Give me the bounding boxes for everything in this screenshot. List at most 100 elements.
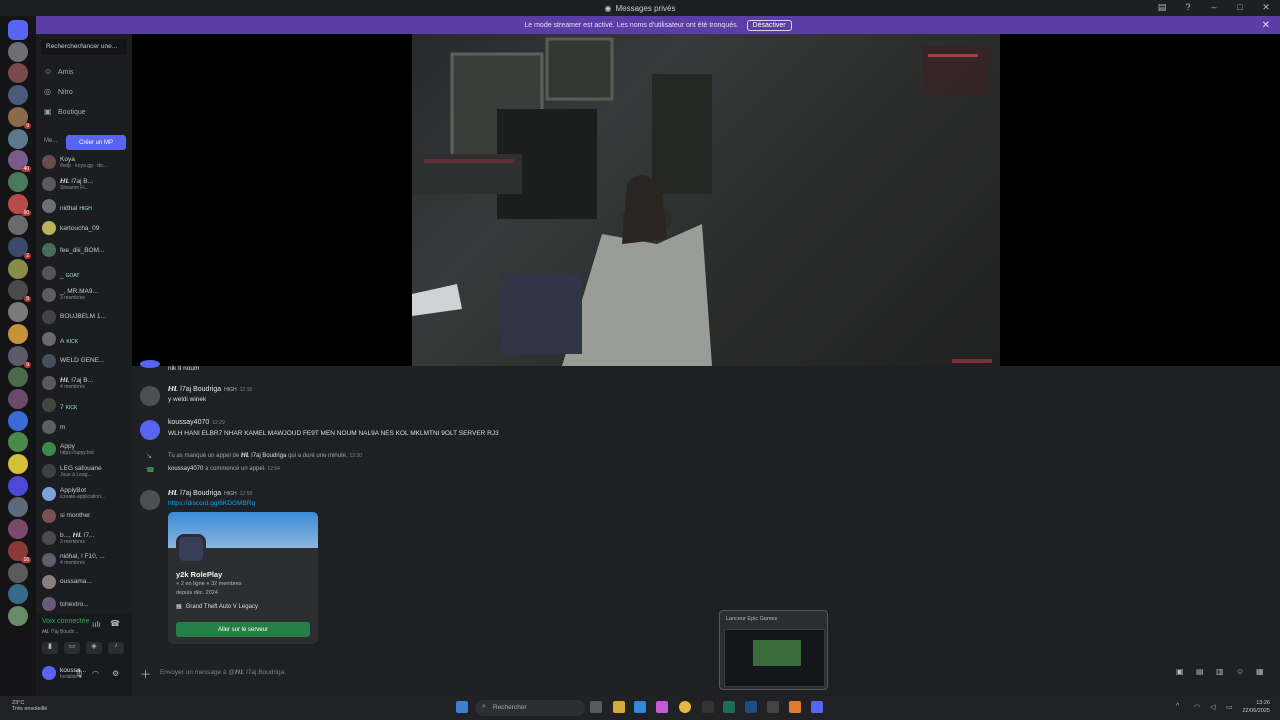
sticker-icon[interactable]: ▥ xyxy=(1216,667,1224,676)
start-button[interactable] xyxy=(456,701,468,713)
server-icon[interactable] xyxy=(8,410,28,431)
help-icon[interactable]: ? xyxy=(1182,2,1194,13)
server-icon[interactable] xyxy=(8,63,28,84)
close-button[interactable]: ✕ xyxy=(1260,2,1272,13)
server-icon[interactable] xyxy=(8,605,28,626)
server-icon[interactable] xyxy=(8,41,28,62)
message-author[interactable]: koussay4070 xyxy=(168,419,209,426)
battery-icon[interactable]: ▭ xyxy=(1226,703,1233,711)
join-server-button[interactable]: Aller sur le serveur xyxy=(176,622,310,637)
nav-nitro[interactable]: ◎ Nitro xyxy=(44,88,73,96)
search-input[interactable]: Rechercher/lancer une... xyxy=(41,39,127,55)
avatar[interactable] xyxy=(140,386,160,406)
server-icon[interactable] xyxy=(8,128,28,149)
volume-icon[interactable]: ◁ xyxy=(1210,703,1215,711)
server-icon[interactable] xyxy=(8,497,28,518)
avatar[interactable] xyxy=(140,490,160,510)
add-attachment-icon[interactable]: ＋ xyxy=(140,666,151,682)
server-icon[interactable] xyxy=(8,432,28,453)
avatar[interactable] xyxy=(140,360,160,368)
minimize-button[interactable]: – xyxy=(1208,2,1220,13)
create-mp-button[interactable]: Créer un MP xyxy=(66,135,126,150)
server-icon[interactable] xyxy=(8,584,28,605)
system-clock[interactable]: 13:26 22/06/2025 xyxy=(1242,699,1270,715)
server-icon[interactable] xyxy=(8,215,28,236)
taskview-icon[interactable] xyxy=(590,701,602,713)
dm-item[interactable]: oussama... xyxy=(42,572,128,592)
server-icon[interactable]: 9 xyxy=(8,345,31,368)
server-icon[interactable] xyxy=(8,388,28,409)
server-icon[interactable]: 40 xyxy=(8,150,31,173)
dm-item[interactable]: Koya/help · koya.gg · de... xyxy=(42,152,128,172)
server-icon[interactable] xyxy=(8,519,28,540)
dm-item[interactable]: WELD GENE... xyxy=(42,351,128,371)
headset-icon[interactable]: ◠ xyxy=(92,669,99,678)
terminal-icon[interactable] xyxy=(767,701,779,713)
server-icon[interactable] xyxy=(8,562,28,583)
server-icon[interactable] xyxy=(8,367,28,388)
server-icon[interactable] xyxy=(8,302,28,323)
avatar[interactable] xyxy=(140,420,160,440)
voice-channel[interactable]: 𝙃𝙇 l7aj Boudri... xyxy=(42,629,79,635)
wifi-icon[interactable]: ◠ xyxy=(1194,703,1200,711)
server-icon[interactable]: 16 xyxy=(8,540,31,563)
screenshare-button[interactable]: ▭ xyxy=(64,642,80,654)
steam-icon[interactable] xyxy=(745,701,757,713)
settings-icon[interactable]: ⚙ xyxy=(112,669,119,678)
dm-item[interactable]: nidhal HIGH xyxy=(42,196,128,216)
server-icon[interactable]: 2 xyxy=(8,237,31,259)
app-icon[interactable] xyxy=(723,701,735,713)
disable-streamer-button[interactable]: Désactiver xyxy=(746,19,792,31)
nav-shop[interactable]: ▣ Boutique xyxy=(44,108,86,116)
dm-item[interactable]: kartoucha_09 xyxy=(42,218,128,238)
epic-games-icon[interactable] xyxy=(702,701,714,713)
apps-icon[interactable]: ▦ xyxy=(1256,667,1264,676)
gif-icon[interactable]: ▤ xyxy=(1196,667,1204,676)
dm-item[interactable]: _, MR.MA9... 3 membres xyxy=(42,285,128,305)
server-icon[interactable] xyxy=(8,454,28,474)
chevron-up-icon[interactable]: ^ xyxy=(1176,703,1179,710)
dm-item[interactable]: ApplyBot/create-application... xyxy=(42,484,128,504)
message-input[interactable]: Envoyer un message à @𝙃𝙇 l7aj Boudriga xyxy=(160,668,284,676)
inbox-icon[interactable]: ▤ xyxy=(1156,2,1168,13)
stream-video[interactable] xyxy=(412,34,1000,366)
dm-item[interactable]: Appy https://appy.bot xyxy=(42,439,128,459)
dm-item[interactable]: tchextro... xyxy=(42,594,128,614)
dm-item[interactable]: nidhal, ! F10, ... 4 membres xyxy=(42,550,128,570)
explorer-icon[interactable] xyxy=(613,701,625,713)
dm-item[interactable]: fee_diii_BOM... xyxy=(42,240,128,260)
activity-button[interactable]: ◈ xyxy=(86,642,102,654)
invite-link[interactable]: https://discord.gg/6KDGMBRq xyxy=(168,500,255,507)
home-dm-icon[interactable] xyxy=(8,20,28,40)
dm-item[interactable]: BOUJBELM 1... xyxy=(42,307,128,327)
server-icon[interactable]: 60 xyxy=(8,193,31,216)
stream-stage[interactable] xyxy=(132,34,1280,366)
soundboard-button[interactable]: ♪ xyxy=(108,642,124,654)
user-panel[interactable]: koussa... Invisible 🎙 ◠ ⚙ xyxy=(36,662,132,684)
system-author[interactable]: 𝙃𝙇 l7aj Boudriga xyxy=(241,453,287,459)
mic-icon[interactable]: 🎙 xyxy=(74,669,84,678)
vlc-icon[interactable] xyxy=(789,701,801,713)
server-icon[interactable]: 9 xyxy=(8,280,31,303)
server-icon[interactable]: 9 xyxy=(8,106,31,129)
copilot-icon[interactable] xyxy=(656,701,668,713)
dm-item[interactable]: b..., 𝙃𝙇 l7... 3 membres xyxy=(42,528,128,548)
maximize-button[interactable]: □ xyxy=(1234,2,1246,13)
dm-item[interactable]: 7 KICK xyxy=(42,395,128,415)
server-icon[interactable] xyxy=(8,475,28,496)
dm-item[interactable]: 𝙃𝙇 l7aj B... 4 membres xyxy=(42,373,128,393)
nav-friends[interactable]: ☺ Amis xyxy=(44,68,74,76)
emoji-icon[interactable]: ☺ xyxy=(1236,667,1244,676)
system-author[interactable]: koussay4070 xyxy=(168,466,203,472)
dm-item[interactable]: A KICK xyxy=(42,329,128,349)
chrome-icon[interactable] xyxy=(679,701,691,713)
weather-widget[interactable]: 23°C Très ensoleillé xyxy=(12,700,47,712)
gift-icon[interactable]: ▣ xyxy=(1176,667,1184,676)
server-icon[interactable] xyxy=(8,85,28,106)
taskbar-search[interactable]: Rechercher xyxy=(475,700,585,716)
dm-item[interactable]: LEG safouane Joue à Leag... xyxy=(42,461,128,481)
discord-taskbar-icon[interactable] xyxy=(811,701,823,713)
dm-item[interactable]: _ GOAT xyxy=(42,263,128,283)
message-author[interactable]: 𝙃𝙇 l7aj Boudriga xyxy=(168,386,221,393)
edge-icon[interactable] xyxy=(634,701,646,713)
